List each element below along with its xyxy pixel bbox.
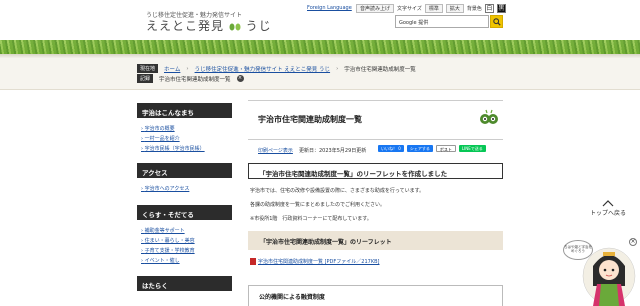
text-size-large-button[interactable]: 拡大 [445, 4, 464, 13]
read-aloud-button[interactable]: 音声読み上げ [356, 4, 395, 13]
foreign-language-link[interactable]: Foreign Language [307, 5, 352, 11]
facebook-share-button[interactable]: シェアする [406, 145, 433, 152]
paragraph: 宇治市では、住宅の改修や設備設置の際に、さまざまな助成を行っています。 [250, 188, 425, 194]
search-input[interactable]: Google 提供 [395, 15, 489, 28]
lead-heading: 「宇治市住宅関連助成制度一覧」のリーフレットを作成しました [259, 170, 448, 178]
sns-buttons: いいね！ 0 シェアする ポスト LINEで送る [378, 145, 486, 152]
accessibility-tools: 音声読み上げ 文字サイズ 標準 拡大 背景色 白 黒 [356, 4, 506, 13]
main-content: 宇治市住宅関連助成制度一覧 印刷ページ表示 更新日：2023年5月29日更新 い… [248, 100, 503, 306]
sidebar-item-products[interactable]: 一村一品を紹介 [141, 135, 228, 142]
section2-heading: 公的機関による融資制度 [259, 294, 325, 301]
pdf-link-text[interactable]: 宇治市住宅関連助成制度一覧 [PDFファイル／217KB] [258, 258, 380, 265]
site-title-suffix: うじ [245, 19, 272, 33]
breadcrumb-site[interactable]: うじ移住定住促進・魅力発信サイト ええとこ発見 うじ [195, 65, 331, 73]
breadcrumb-home[interactable]: ホーム [164, 65, 180, 73]
meta-row: 印刷ページ表示 更新日：2023年5月29日更新 いいね！ 0 シェアする ポス… [248, 142, 503, 160]
updated-date: 更新日：2023年5月29日更新 [299, 148, 367, 154]
breadcrumb-current: 宇治市住宅関連助成制度一覧 [344, 66, 416, 73]
x-post-button[interactable]: ポスト [435, 145, 456, 152]
lead-heading-box: 「宇治市住宅関連助成制度一覧」のリーフレットを作成しました [248, 163, 503, 179]
search-button[interactable] [490, 15, 503, 28]
pdf-download-link[interactable]: 宇治市住宅関連助成制度一覧 [PDFファイル／217KB] [250, 258, 505, 265]
contrast-black-button[interactable]: 黒 [496, 4, 506, 13]
history-tag: 記録 [137, 74, 154, 83]
sidebar-heading-living: くらす・そだてる [137, 205, 232, 220]
sidebar-heading-work: はたらく [137, 276, 232, 291]
history-item[interactable]: 宇治市住宅関連助成制度一覧 [159, 75, 231, 83]
sidebar: 宇治はこんなまち 宇治市の概要 一村一品を紹介 宇治市民帳（宇治市民帳） アクセ… [137, 103, 232, 291]
section-heading-box: 「宇治市住宅関連助成制度一覧」のリーフレット [248, 231, 503, 250]
sidebar-item-access[interactable]: 宇治市へのアクセス [141, 185, 228, 192]
grass-banner [0, 40, 640, 54]
sidebar-item-events[interactable]: イベント・催し [141, 257, 228, 264]
line-share-button[interactable]: LINEで送る [458, 145, 486, 152]
history-row: 記録 宇治市住宅関連助成制度一覧 × [137, 74, 244, 83]
sidebar-heading-town: 宇治はこんなまち [137, 103, 232, 118]
site-title-text: ええとこ発見 [146, 19, 225, 33]
paragraph: ※市役所1階 行政資料コーナーにて配布しています。 [250, 216, 372, 222]
contrast-label: 背景色 [466, 6, 482, 12]
site-logo[interactable]: ええとこ発見 うじ [146, 17, 272, 34]
sidebar-list: 補助金等サポート 住まい・暮らし・美容 子育て支援・学校教育 イベント・催し [137, 220, 232, 273]
sidebar-item-overview[interactable]: 宇治市の概要 [141, 125, 228, 132]
search-icon [492, 17, 501, 26]
section-heading: 「宇治市住宅関連助成制度一覧」のリーフレット [260, 239, 392, 246]
contrast-white-button[interactable]: 白 [484, 4, 494, 13]
sidebar-list: 宇治市へのアクセス [137, 178, 232, 201]
tea-leaf-icon [229, 23, 241, 30]
page-title-box: 宇治市住宅関連助成制度一覧 [248, 100, 503, 140]
page-title: 宇治市住宅関連助成制度一覧 [258, 115, 362, 124]
chevron-right-icon: › [186, 65, 189, 72]
sidebar-item-childcare[interactable]: 子育て支援・学校教育 [141, 247, 228, 254]
sidebar-item-citizen[interactable]: 宇治市民帳（宇治市民帳） [141, 145, 228, 152]
owl-icon [480, 109, 498, 124]
mascot-close-icon[interactable]: × [629, 238, 637, 246]
sidebar-item-support[interactable]: 補助金等サポート [141, 227, 228, 234]
text-size-standard-button[interactable]: 標準 [424, 4, 443, 13]
paragraph: 各課の助成制度を一覧にまとめましたのでご利用ください。 [250, 202, 386, 208]
chevron-up-icon [602, 200, 614, 207]
close-icon[interactable]: × [236, 75, 244, 82]
site-header: うじ移住定住促進・魅力発信サイト ええとこ発見 うじ Foreign Langu… [0, 0, 640, 42]
sidebar-item-housing[interactable]: 住まい・暮らし・美容 [141, 237, 228, 244]
breadcrumb: 現在地 ホーム › うじ移住定住促進・魅力発信サイト ええとこ発見 うじ › 宇… [137, 64, 416, 73]
section2-box: 公的機関による融資制度 [248, 285, 503, 306]
breadcrumb-current-tag: 現在地 [137, 64, 159, 73]
print-page-link[interactable]: 印刷ページ表示 [258, 147, 293, 154]
pdf-icon [250, 258, 256, 265]
mascot-character-icon[interactable] [575, 236, 637, 306]
chevron-right-icon: › [336, 65, 339, 72]
sidebar-list: 宇治市の概要 一村一品を紹介 宇治市民帳（宇治市民帳） [137, 118, 232, 161]
back-to-top-label: トップへ戻る [589, 210, 626, 217]
back-to-top-button[interactable]: トップへ戻る [588, 200, 628, 217]
text-size-label: 文字サイズ [397, 6, 422, 12]
breadcrumb-bar: 現在地 ホーム › うじ移住定住促進・魅力発信サイト ええとこ発見 うじ › 宇… [0, 58, 640, 90]
sidebar-heading-access: アクセス [137, 163, 232, 178]
facebook-like-button[interactable]: いいね！ 0 [378, 145, 404, 152]
